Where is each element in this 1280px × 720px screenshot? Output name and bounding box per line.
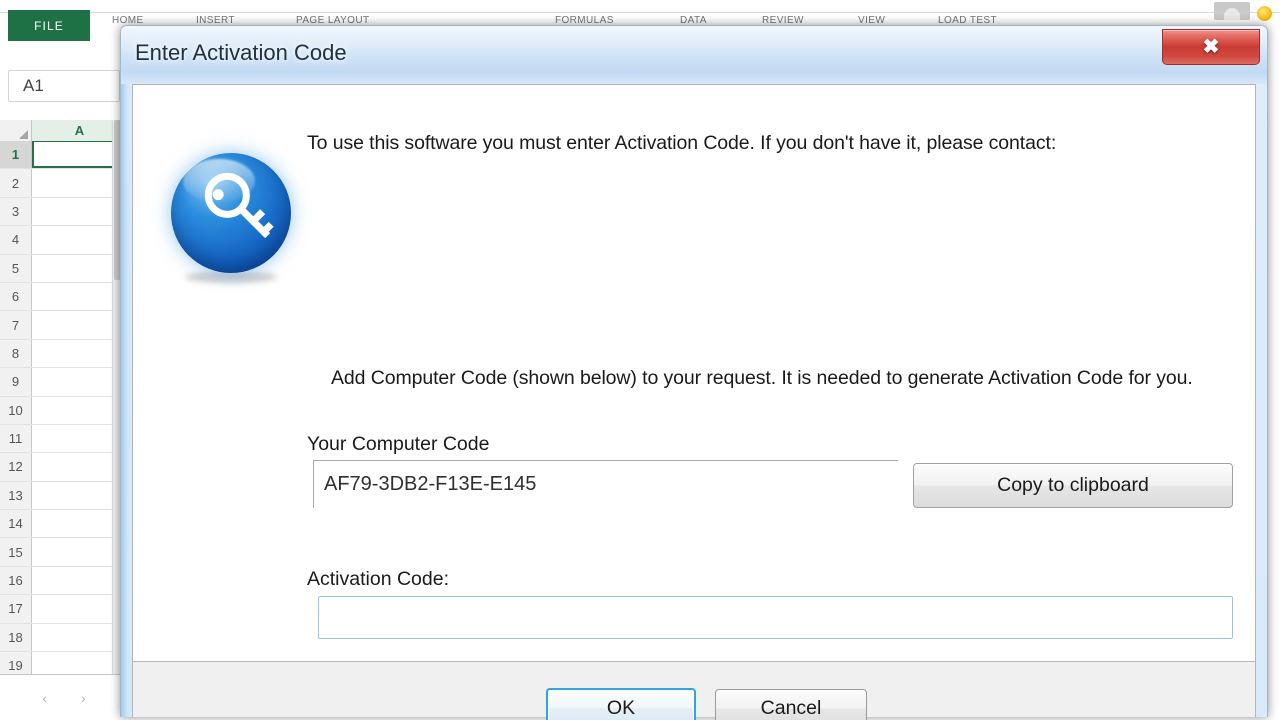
row-header[interactable]: 9 — [0, 368, 32, 396]
grid-row[interactable]: 19 — [0, 652, 128, 674]
grid-row[interactable]: 15 — [0, 538, 128, 567]
row-header[interactable]: 5 — [0, 254, 32, 282]
row-header[interactable]: 1 — [0, 141, 32, 169]
row-header[interactable]: 14 — [0, 510, 32, 538]
grid-row[interactable]: 18 — [0, 623, 128, 653]
screen-root: HOME INSERT PAGE LAYOUT FORMULAS DATA RE… — [0, 0, 1280, 720]
grid-row[interactable]: 1 — [0, 141, 128, 170]
worksheet-grid[interactable]: A 1 2 3 4 5 6 7 8 9 10 11 12 13 14 15 16 17 18 19 — [0, 120, 128, 674]
dialog-titlebar[interactable]: Enter Activation Code ✖ — [121, 26, 1267, 84]
row-header[interactable]: 17 — [0, 595, 32, 623]
grid-rows[interactable]: 1 2 3 4 5 6 7 8 9 10 11 12 13 14 15 16 17 18 19 — [0, 141, 128, 674]
dialog-footer: OK Cancel — [132, 661, 1256, 720]
row-header[interactable]: 3 — [0, 197, 32, 226]
key-glyph-icon — [204, 172, 274, 239]
row-header[interactable]: 16 — [0, 566, 32, 595]
activation-code-input[interactable] — [318, 596, 1233, 639]
grid-row[interactable]: 7 — [0, 311, 128, 340]
row-header[interactable]: 6 — [0, 282, 32, 311]
row-header[interactable]: 15 — [0, 538, 32, 566]
close-button[interactable]: ✖ — [1162, 29, 1260, 65]
intro-text: To use this software you must enter Acti… — [307, 132, 1057, 154]
row-header[interactable]: 12 — [0, 453, 32, 481]
grid-row[interactable]: 8 — [0, 339, 128, 369]
dialog-content-area: To use this software you must enter Acti… — [132, 84, 1256, 661]
column-header-row: A — [0, 120, 128, 141]
tell-me-bulb-icon[interactable] — [1257, 6, 1272, 21]
add-code-instruction-text: Add Computer Code (shown below) to your … — [331, 367, 1193, 389]
select-all-corner[interactable] — [0, 120, 32, 141]
cancel-button[interactable]: Cancel — [715, 689, 867, 720]
grid-row[interactable]: 9 — [0, 368, 128, 397]
grid-row[interactable]: 13 — [0, 481, 128, 511]
grid-row[interactable]: 16 — [0, 566, 128, 596]
row-header[interactable]: 2 — [0, 169, 32, 197]
ok-button[interactable]: OK — [546, 688, 696, 720]
sheet-tab-bar[interactable]: ‹ › — [0, 674, 128, 720]
close-icon: ✖ — [1202, 36, 1220, 58]
row-header[interactable]: 4 — [0, 226, 32, 254]
grid-row[interactable]: 17 — [0, 595, 128, 624]
grid-row[interactable]: 10 — [0, 396, 128, 425]
row-header[interactable]: 11 — [0, 424, 32, 453]
row-header[interactable]: 18 — [0, 623, 32, 652]
file-tab[interactable]: FILE — [8, 10, 90, 41]
sheet-next-arrow-icon[interactable]: › — [81, 690, 86, 706]
excel-title-strip — [0, 0, 1280, 13]
grid-row[interactable]: 4 — [0, 226, 128, 255]
computer-code-field[interactable]: AF79-3DB2-F13E-E145 — [313, 460, 898, 508]
activation-dialog: Enter Activation Code ✖ To use this soft… — [120, 25, 1268, 720]
grid-row[interactable]: 14 — [0, 510, 128, 539]
row-header[interactable]: 13 — [0, 481, 32, 510]
grid-row[interactable]: 2 — [0, 169, 128, 198]
row-header[interactable]: 7 — [0, 311, 32, 339]
grid-row[interactable]: 5 — [0, 254, 128, 283]
computer-code-label: Your Computer Code — [307, 433, 490, 455]
row-header[interactable]: 8 — [0, 339, 32, 368]
dialog-title: Enter Activation Code — [135, 40, 347, 65]
grid-row[interactable]: 3 — [0, 197, 128, 227]
key-icon — [163, 147, 299, 283]
grid-row[interactable]: 12 — [0, 453, 128, 482]
grid-row[interactable]: 6 — [0, 282, 128, 312]
window-restore-icon[interactable] — [1214, 2, 1250, 20]
grid-row[interactable]: 11 — [0, 424, 128, 454]
name-box[interactable]: A1 — [8, 70, 120, 102]
activation-code-label: Activation Code: — [307, 568, 449, 590]
copy-to-clipboard-button[interactable]: Copy to clipboard — [913, 463, 1233, 508]
row-header[interactable]: 10 — [0, 396, 32, 424]
sheet-prev-arrow-icon[interactable]: ‹ — [42, 690, 47, 706]
row-header[interactable]: 19 — [0, 652, 32, 674]
